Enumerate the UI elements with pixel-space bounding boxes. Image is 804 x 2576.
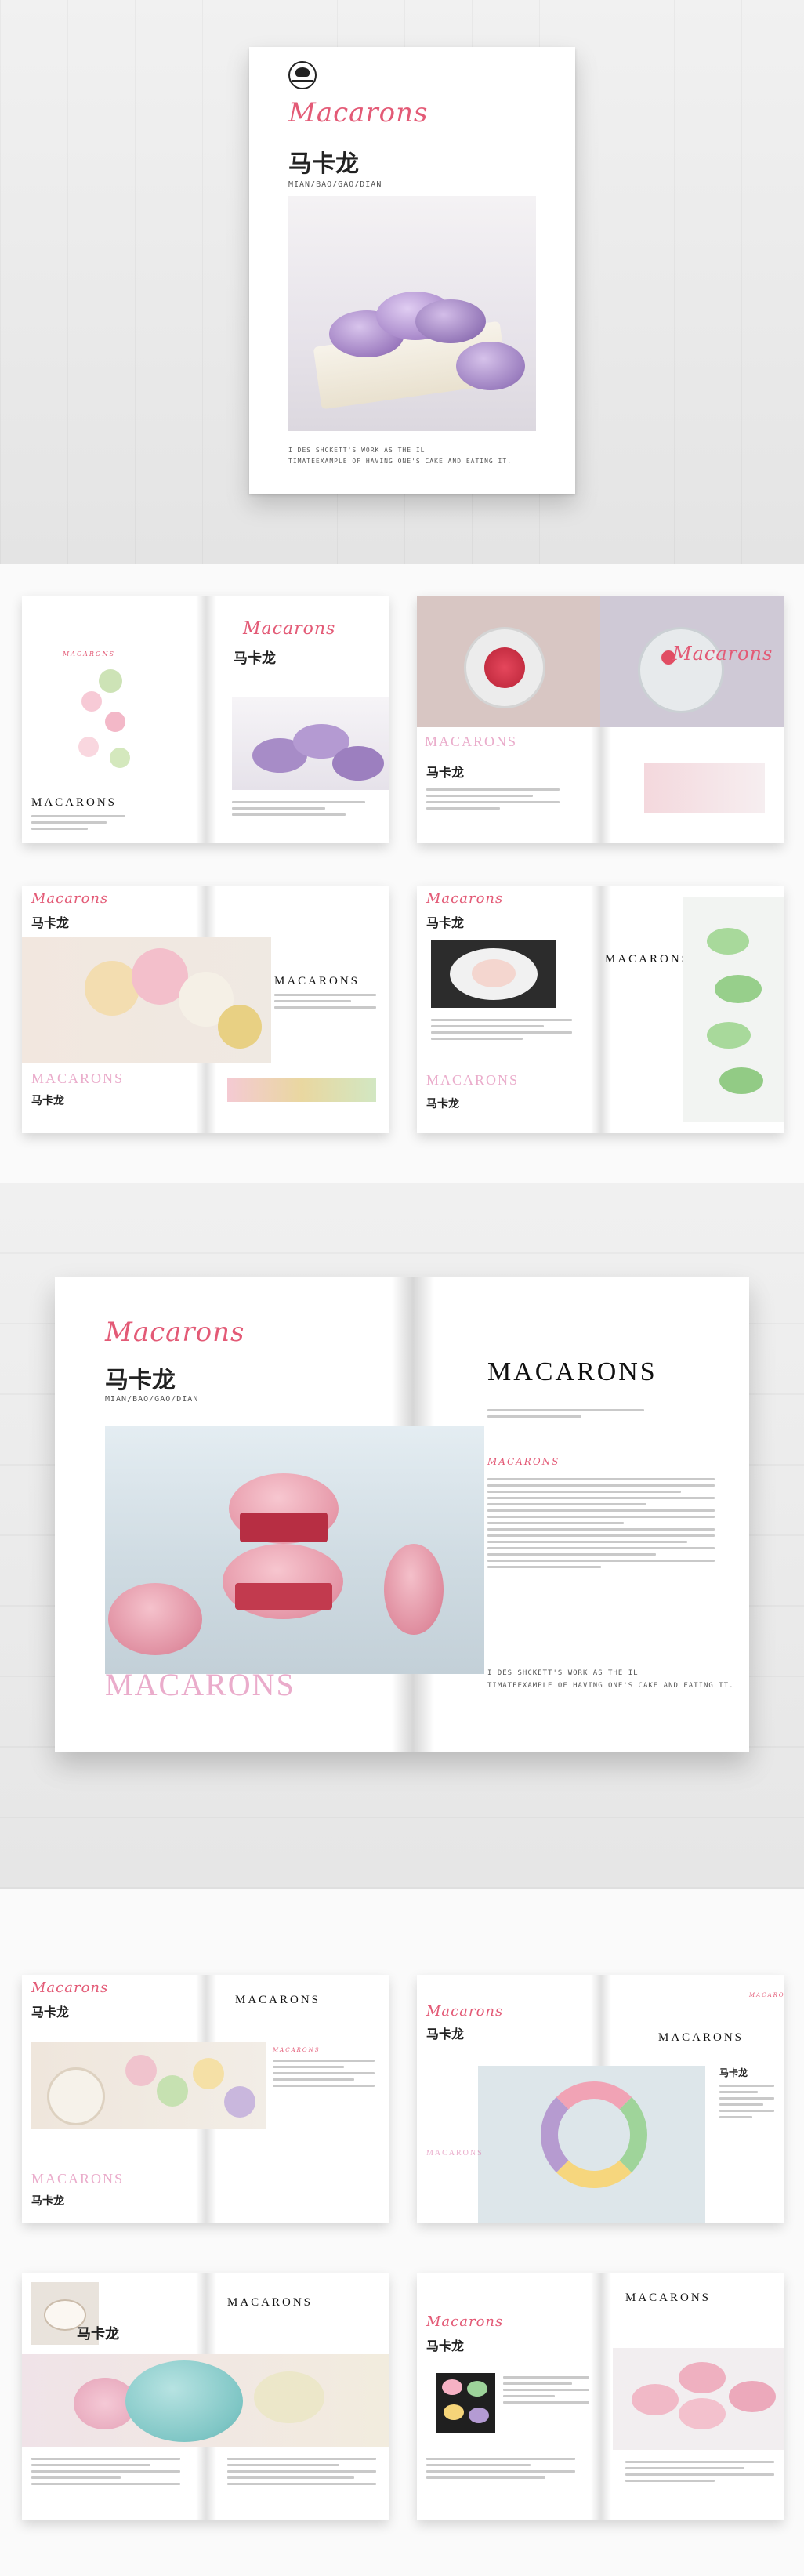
feature-outline-text: MACARONS	[105, 1667, 295, 1702]
spread-f-cn-2: 马卡龙	[719, 2067, 748, 2078]
spread-e-outline-text: MACARONS	[31, 2171, 125, 2187]
spread-h-pink-photo	[613, 2348, 784, 2450]
spread-c-script: Macarons	[31, 890, 109, 907]
spread-c-heading: MACARONS	[274, 975, 360, 987]
spread-blue-cake: 马卡龙 MACARONS	[22, 2273, 389, 2520]
spread-coffee: Macarons 马卡龙 MACARONS MACARONS MACARONS …	[22, 1975, 389, 2223]
cover-tagline-1: I DES SHCKETT'S WORK AS THE IL	[288, 447, 426, 454]
cover-script-title: Macarons	[288, 97, 429, 129]
spread-f-outline-text: MACARONS	[426, 2149, 483, 2158]
spread-h-cn: 马卡龙	[426, 2339, 465, 2353]
spread-e-cn-2: 马卡龙	[31, 2195, 64, 2208]
feature-spread-section: Macarons 马卡龙 MIAN/BAO/GAO/DIAN MACARONS …	[0, 1183, 804, 1889]
spread-a-photo-purple	[232, 697, 389, 790]
spread-d-plate-photo	[431, 940, 556, 1008]
spread-e-coffee-photo	[31, 2042, 266, 2129]
feature-script-title: Macarons	[105, 1317, 245, 1348]
cover-tagline-2: TIMATEEXAMPLE OF HAVING ONE'S CAKE AND E…	[288, 458, 512, 465]
spread-g-heading: MACARONS	[227, 2296, 313, 2309]
spread-e-script: Macarons	[31, 1980, 109, 1996]
feature-pink-macaron-photo	[105, 1426, 484, 1674]
brand-logo	[288, 61, 317, 89]
spread-b-script: Macarons	[672, 643, 773, 665]
spread-b-strawberry-photo	[417, 596, 600, 727]
spread-e-cn: 马卡龙	[31, 2005, 70, 2020]
spread-d-heading: MACARONS	[605, 953, 691, 966]
spread-g-cn: 马卡龙	[77, 2326, 119, 2342]
spread-a-floral-macarons	[67, 665, 146, 782]
feature-footer-1: I DES SHCKETT'S WORK AS THE IL	[487, 1669, 639, 1677]
spreads-grid-2: Macarons 马卡龙 MACARONS MACARONS MACARONS …	[0, 1889, 804, 2576]
spread-d-cn: 马卡龙	[426, 915, 465, 930]
spread-a-heading: MACARONS	[31, 796, 118, 809]
spread-cherry-blossom: MACARONS MACARONS Macarons 马卡龙	[22, 596, 389, 843]
spread-c-pastel-photo	[22, 937, 271, 1063]
feature-cn-title: 马卡龙	[105, 1367, 176, 1394]
spread-strawberry: Macarons MACARONS 马卡龙	[417, 596, 784, 843]
spread-e-heading: MACARONS	[235, 1994, 321, 2006]
spread-d-green-photo	[683, 897, 784, 1122]
spread-e-sub-heading: MACARONS	[273, 2047, 321, 2053]
feature-open-book: Macarons 马卡龙 MIAN/BAO/GAO/DIAN MACARONS …	[55, 1277, 749, 1752]
spread-d-outline-text: MACARONS	[426, 1072, 520, 1088]
cover-photo-purple-macarons	[288, 196, 536, 431]
spread-h-colorful-photo	[436, 2373, 495, 2433]
spread-pastel-stack: Macarons 马卡龙 MACARONS MACARONS 马卡龙	[22, 886, 389, 1133]
spread-g-blue-macaron-photo	[22, 2354, 389, 2447]
feature-pinyin: MIAN/BAO/GAO/DIAN	[105, 1395, 199, 1404]
spreads-grid-1: MACARONS MACARONS Macarons 马卡龙 Macarons …	[0, 564, 804, 1183]
brochure-cover: Macarons 马卡龙 MIAN/BAO/GAO/DIAN I DES SHC…	[249, 47, 575, 494]
spread-a-cn: 马卡龙	[234, 650, 276, 667]
spread-pink-tower: Macarons 马卡龙 MACARONS	[417, 2273, 784, 2520]
spread-a-script: Macarons	[243, 619, 336, 639]
spread-green-macarons: Macarons 马卡龙 MACARONS 马卡龙 MACARONS	[417, 886, 784, 1133]
feature-footer-2: TIMATEEXAMPLE OF HAVING ONE'S CAKE AND E…	[487, 1682, 734, 1690]
spread-b-outline-text: MACARONS	[425, 734, 518, 749]
spread-c-small-strip	[227, 1078, 376, 1102]
spread-b-small-photo	[644, 763, 765, 813]
spread-f-rainbow-photo	[478, 2066, 705, 2223]
spread-d-script: Macarons	[426, 890, 504, 907]
spread-d-cn-2: 马卡龙	[426, 1098, 459, 1110]
spread-c-outline-text: MACARONS	[31, 1071, 125, 1086]
feature-sub-heading: MACARONS	[487, 1456, 560, 1467]
spread-c-cn-2: 马卡龙	[31, 1095, 64, 1107]
spread-f-small-tag: MACARONS	[749, 1992, 784, 1998]
cover-pinyin: MIAN/BAO/GAO/DIAN	[288, 180, 382, 189]
spread-h-script: Macarons	[426, 2313, 504, 2330]
spread-b-cn: 马卡龙	[426, 765, 465, 780]
cover-cn-title: 马卡龙	[288, 150, 359, 178]
spread-rainbow-ring: Macarons 马卡龙 MACARONS MACARONS 马卡龙 MACAR…	[417, 1975, 784, 2223]
spread-f-script: Macarons	[426, 2003, 504, 2020]
feature-heading: MACARONS	[487, 1357, 657, 1386]
spread-f-cn: 马卡龙	[426, 2027, 465, 2042]
spread-h-heading: MACARONS	[625, 2292, 712, 2304]
cover-mockup-section: Macarons 马卡龙 MIAN/BAO/GAO/DIAN I DES SHC…	[0, 0, 804, 564]
spread-f-heading: MACARONS	[658, 2031, 744, 2044]
spread-a-small-tag: MACARONS	[63, 650, 115, 658]
spread-c-cn: 马卡龙	[31, 915, 70, 930]
